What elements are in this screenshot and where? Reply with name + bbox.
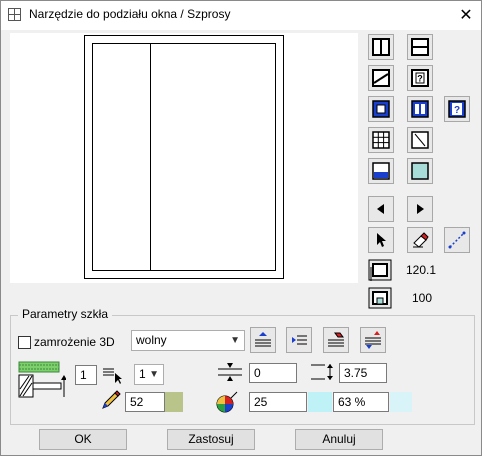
bottom-fill-icon bbox=[372, 162, 390, 180]
svg-text:?: ? bbox=[454, 105, 460, 116]
divide-vertical-icon bbox=[372, 38, 390, 56]
window-app-icon bbox=[8, 8, 21, 21]
glass-params-title: Parametry szkła bbox=[18, 307, 113, 321]
diagonal-bar-button[interactable] bbox=[368, 65, 394, 91]
opacity-field[interactable]: 63 % bbox=[333, 392, 389, 412]
custom-division-dark-icon: ? bbox=[448, 100, 466, 118]
glass-swap-icon bbox=[365, 331, 381, 349]
thickness-value: 3.75 bbox=[344, 366, 368, 380]
mode-select-value: wolny bbox=[136, 333, 167, 347]
glass-up-button[interactable] bbox=[250, 327, 276, 353]
transparency-swatch bbox=[308, 392, 332, 412]
arrow-left-icon bbox=[377, 204, 384, 214]
frame-width-value: 120.1 bbox=[406, 263, 437, 277]
pane-count-field[interactable]: 1 bbox=[75, 365, 97, 385]
arrow-left-button[interactable] bbox=[368, 196, 394, 222]
transparency-value: 25 bbox=[254, 395, 268, 409]
window-title: Narzędzie do podziału okna / Szprosy bbox=[29, 7, 231, 21]
glass-insert-button[interactable] bbox=[286, 327, 312, 353]
window-sash-outline bbox=[92, 43, 276, 271]
select-tool-button[interactable] bbox=[368, 227, 394, 253]
glass-up-icon bbox=[255, 332, 271, 347]
glass-fill-icon bbox=[411, 162, 429, 180]
glass-cross-section-icon bbox=[18, 361, 66, 398]
frame-square-icon bbox=[372, 100, 390, 118]
glass-insert-icon bbox=[292, 335, 307, 345]
gap-icon bbox=[218, 363, 242, 381]
layer-cursor-icon bbox=[103, 368, 122, 384]
divide-horizontal-icon bbox=[411, 38, 429, 56]
double-panel-button[interactable] bbox=[407, 96, 433, 122]
glazing-bar[interactable] bbox=[150, 44, 151, 270]
diagonal-frame-icon bbox=[411, 131, 429, 149]
freeze-3d-label: zamrożenie 3D bbox=[34, 335, 115, 349]
glazing-bar-dialog: Narzędzie do podziału okna / Szprosy ✕ ?… bbox=[0, 0, 482, 456]
ok-button[interactable]: OK bbox=[39, 429, 127, 450]
diagonal-frame-button[interactable] bbox=[407, 127, 433, 153]
cursor-icon bbox=[377, 233, 386, 247]
divide-vertical-button[interactable] bbox=[368, 34, 394, 60]
close-button[interactable]: ✕ bbox=[451, 1, 481, 30]
glass-erase-icon bbox=[328, 332, 344, 347]
svg-text:?: ? bbox=[417, 74, 423, 84]
arrow-right-button[interactable] bbox=[407, 196, 433, 222]
frame-width-icon bbox=[368, 259, 392, 281]
eraser-icon bbox=[413, 232, 429, 248]
title-bar: Narzędzie do podziału okna / Szprosy ✕ bbox=[1, 1, 481, 30]
glass-fill-button[interactable] bbox=[407, 158, 433, 184]
divide-horizontal-button[interactable] bbox=[407, 34, 433, 60]
dashed-line-tool-button[interactable] bbox=[444, 227, 470, 253]
custom-division-dark-button[interactable]: ? bbox=[444, 96, 470, 122]
color-palette-icon bbox=[216, 391, 238, 413]
mode-select[interactable]: wolny ▼ bbox=[131, 330, 245, 351]
diagonal-bar-icon bbox=[372, 69, 390, 87]
chevron-down-icon: ▼ bbox=[230, 335, 240, 346]
double-panel-icon bbox=[411, 100, 429, 118]
gap-field[interactable]: 0 bbox=[249, 363, 297, 383]
custom-division-icon: ? bbox=[411, 69, 429, 87]
chevron-down-icon: ▼ bbox=[149, 369, 159, 380]
custom-division-button[interactable]: ? bbox=[407, 65, 433, 91]
grid-icon bbox=[372, 131, 390, 149]
cancel-button[interactable]: Anuluj bbox=[295, 429, 383, 450]
opacity-value: 63 % bbox=[338, 395, 366, 409]
grid-button[interactable] bbox=[368, 127, 394, 153]
color-value: 52 bbox=[130, 395, 144, 409]
pane-count-value: 1 bbox=[80, 368, 87, 382]
thickness-field[interactable]: 3.75 bbox=[339, 363, 387, 383]
freeze-3d-checkbox[interactable] bbox=[18, 336, 31, 349]
window-frame-outline bbox=[84, 35, 284, 279]
thickness-icon bbox=[311, 364, 333, 380]
opacity-swatch bbox=[390, 392, 412, 412]
pencil-icon bbox=[102, 390, 121, 409]
frame-square-button[interactable] bbox=[368, 96, 394, 122]
color-swatch[interactable] bbox=[165, 392, 183, 412]
dashed-line-icon bbox=[448, 231, 466, 249]
frame-height-icon bbox=[368, 287, 392, 309]
arrow-right-icon bbox=[417, 204, 424, 214]
eraser-tool-button[interactable] bbox=[407, 227, 433, 253]
layer-select-value: 1 bbox=[139, 367, 146, 381]
bottom-fill-button[interactable] bbox=[368, 158, 394, 184]
gap-value: 0 bbox=[254, 366, 261, 380]
glass-erase-button[interactable] bbox=[323, 327, 349, 353]
color-field[interactable]: 52 bbox=[125, 392, 165, 412]
glass-swap-button[interactable] bbox=[360, 327, 386, 353]
frame-height-value: 100 bbox=[412, 291, 433, 305]
layer-select[interactable]: 1 ▼ bbox=[134, 364, 164, 385]
window-preview-canvas[interactable] bbox=[10, 33, 358, 283]
transparency-field[interactable]: 25 bbox=[249, 392, 307, 412]
apply-button[interactable]: Zastosuj bbox=[167, 429, 255, 450]
